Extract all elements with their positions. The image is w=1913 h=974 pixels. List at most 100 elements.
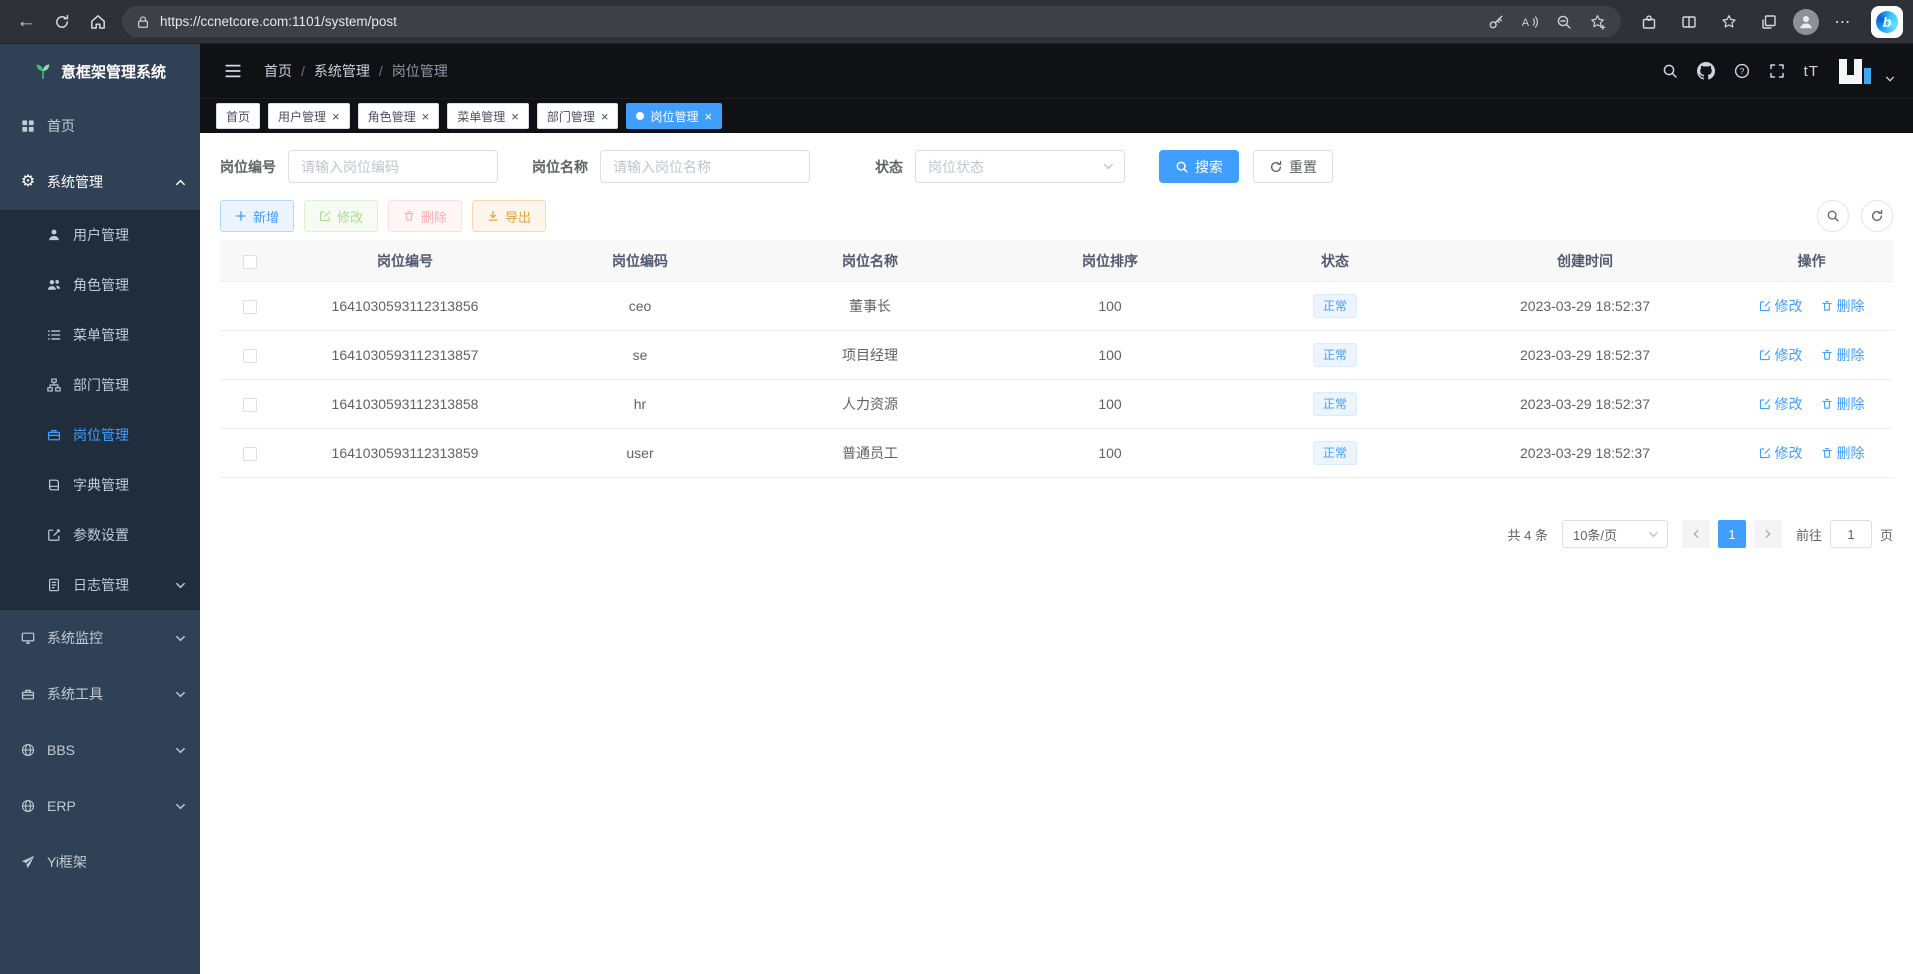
extensions-button[interactable] [1631,5,1667,39]
row-checkbox[interactable] [243,349,257,363]
pagination: 共 4 条 10条/页 1 前往 页 [220,520,1893,548]
row-delete-link[interactable]: 删除 [1821,443,1865,463]
sidebar-item-label: Yi框架 [47,852,87,872]
tab-post-mgmt-active[interactable]: 岗位管理 × [626,103,722,129]
password-key-button[interactable] [1481,9,1511,35]
tab-close-icon[interactable]: × [601,110,609,123]
sidebar-item-log-mgmt[interactable]: 日志管理 [0,560,200,610]
cell-post-sort: 100 [990,396,1230,412]
sidebar-item-erp[interactable]: ERP [0,778,200,834]
back-button[interactable]: ← [8,5,44,39]
page-size-select[interactable]: 10条/页 [1562,520,1668,548]
chevron-down-icon [1103,161,1114,172]
sidebar-item-role-mgmt[interactable]: 角色管理 [0,260,200,310]
user-dropdown-caret-icon[interactable] [1885,74,1895,84]
font-size-button[interactable]: tT [1804,63,1819,80]
tab-home[interactable]: 首页 [216,103,260,129]
add-button[interactable]: 新增 [220,200,294,232]
sidebar-item-param-settings[interactable]: 参数设置 [0,510,200,560]
sidebar-item-user-mgmt[interactable]: 用户管理 [0,210,200,260]
goto-page-input[interactable] [1830,520,1872,548]
tab-menu-mgmt[interactable]: 菜单管理 × [447,103,529,129]
sidebar-item-system-monitor[interactable]: 系统监控 [0,610,200,666]
add-favorite-button[interactable] [1583,9,1613,35]
search-button[interactable]: 搜索 [1159,150,1239,183]
edit-button[interactable]: 修改 [304,200,378,232]
sidebar-item-menu-mgmt[interactable]: 菜单管理 [0,310,200,360]
row-edit-link[interactable]: 修改 [1759,443,1803,463]
row-checkbox[interactable] [243,300,257,314]
sidebar-item-label: BBS [47,742,75,758]
split-screen-button[interactable] [1671,5,1707,39]
row-edit-link[interactable]: 修改 [1759,296,1803,316]
page-number-current[interactable]: 1 [1718,520,1746,548]
status-select-placeholder: 岗位状态 [928,157,984,177]
row-checkbox[interactable] [243,447,257,461]
header-search-button[interactable] [1662,63,1678,79]
tab-role-mgmt[interactable]: 角色管理 × [358,103,440,129]
select-all-checkbox[interactable] [243,255,257,269]
tab-close-icon[interactable]: × [332,110,340,123]
browser-toolbar-right: ⋯ b [1631,5,1905,39]
row-delete-link[interactable]: 删除 [1821,345,1865,365]
sidebar-submenu-system: 用户管理 角色管理 菜单管理 部门管理 岗位管理 [0,210,200,610]
copilot-button[interactable]: b [1871,6,1903,38]
tab-close-icon[interactable]: × [511,110,519,123]
col-post-sort: 岗位排序 [990,251,1230,271]
breadcrumb-home[interactable]: 首页 [264,61,292,81]
collections-button[interactable] [1751,5,1787,39]
site-info-lock-icon[interactable] [136,15,150,29]
row-edit-link[interactable]: 修改 [1759,394,1803,414]
toggle-search-button[interactable] [1817,200,1849,232]
fullscreen-icon [1769,63,1785,79]
status-select[interactable]: 岗位状态 [915,150,1125,183]
sidebar-item-bbs[interactable]: BBS [0,722,200,778]
refresh-table-button[interactable] [1861,200,1893,232]
home-button[interactable] [80,5,116,39]
table-header-row: 岗位编号 岗位编码 岗位名称 岗位排序 状态 创建时间 操作 [220,240,1893,282]
prev-page-button[interactable] [1682,520,1710,548]
sidebar-item-post-mgmt[interactable]: 岗位管理 [0,410,200,460]
tab-close-icon[interactable]: × [704,110,712,123]
help-button[interactable]: ? [1734,63,1750,79]
sidebar-item-dict-mgmt[interactable]: 字典管理 [0,460,200,510]
delete-button[interactable]: 删除 [388,200,462,232]
sidebar-item-yi-framework[interactable]: Yi框架 [0,834,200,890]
settings-more-button[interactable]: ⋯ [1825,5,1861,39]
post-code-input[interactable] [288,150,498,183]
reset-button[interactable]: 重置 [1253,150,1333,183]
refresh-button[interactable] [44,5,80,39]
favorites-button[interactable] [1711,5,1747,39]
table-toolbar: 新增 修改 删除 导出 [220,200,1893,232]
next-page-button[interactable] [1754,520,1782,548]
tab-label: 部门管理 [547,108,595,125]
col-created: 创建时间 [1440,251,1730,271]
profile-avatar[interactable] [1793,9,1819,35]
export-button[interactable]: 导出 [472,200,546,232]
address-bar[interactable]: https://ccnetcore.com:1101/system/post A [122,6,1621,37]
tab-dept-mgmt[interactable]: 部门管理 × [537,103,619,129]
sidebar-toggle-button[interactable] [216,54,250,88]
tab-close-icon[interactable]: × [422,110,430,123]
row-edit-label: 修改 [1775,394,1803,414]
tab-label: 岗位管理 [650,108,698,125]
github-link[interactable] [1697,62,1715,80]
read-aloud-button[interactable]: A [1515,9,1545,35]
sidebar-item-home[interactable]: 首页 [0,98,200,154]
tab-user-mgmt[interactable]: 用户管理 × [268,103,350,129]
refresh-icon [54,14,70,30]
row-checkbox[interactable] [243,398,257,412]
fullscreen-button[interactable] [1769,63,1785,79]
row-delete-link[interactable]: 删除 [1821,296,1865,316]
zoom-button[interactable] [1549,9,1579,35]
user-avatar-logo[interactable] [1838,58,1872,85]
cell-post-sort: 100 [990,298,1230,314]
app-frame: 意框架管理系统 首页 ⚙ 系统管理 用户管理 角 [0,44,1913,974]
sidebar-item-system-mgmt[interactable]: ⚙ 系统管理 [0,154,200,210]
row-delete-link[interactable]: 删除 [1821,394,1865,414]
breadcrumb-system-mgmt[interactable]: 系统管理 [314,61,370,81]
sidebar-item-system-tools[interactable]: 系统工具 [0,666,200,722]
post-name-input[interactable] [600,150,810,183]
sidebar-item-dept-mgmt[interactable]: 部门管理 [0,360,200,410]
row-edit-link[interactable]: 修改 [1759,345,1803,365]
